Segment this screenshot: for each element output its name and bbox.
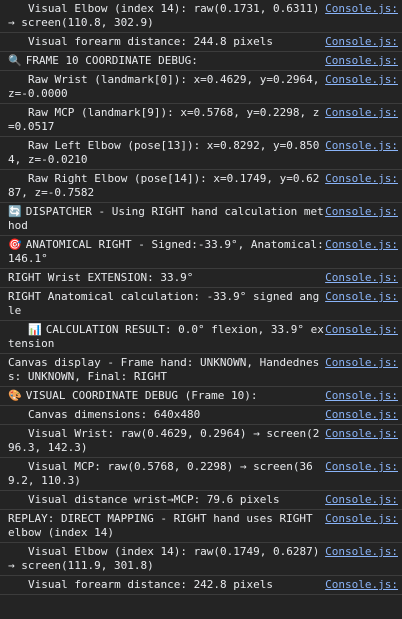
console-log-row: Raw MCP (landmark[9]): x=0.5768, y=0.229… bbox=[0, 104, 402, 137]
console-log-row: 🎯 ANATOMICAL RIGHT - Signed:-33.9°, Anato… bbox=[0, 236, 402, 269]
console-log-row: Raw Right Elbow (pose[14]): x=0.1749, y=… bbox=[0, 170, 402, 203]
source-link[interactable]: Console.js: bbox=[325, 54, 398, 68]
log-text: RIGHT Anatomical calculation: -33.9° sig… bbox=[8, 290, 320, 317]
source-link[interactable]: Console.js: bbox=[325, 323, 398, 337]
source-link[interactable]: Console.js: bbox=[325, 73, 398, 87]
log-text: FRAME 10 COORDINATE DEBUG: bbox=[25, 54, 198, 67]
log-message: 🔍 FRAME 10 COORDINATE DEBUG: bbox=[8, 54, 198, 67]
console-log-row: Raw Wrist (landmark[0]): x=0.4629, y=0.2… bbox=[0, 71, 402, 104]
console-log-list: Visual Elbow (index 14): raw(0.1731, 0.6… bbox=[0, 0, 402, 595]
source-link[interactable]: Console.js: bbox=[325, 238, 398, 252]
console-log-row: Visual Wrist: raw(0.4629, 0.2964) → scre… bbox=[0, 425, 402, 458]
source-link[interactable]: Console.js: bbox=[325, 139, 398, 153]
source-link[interactable]: Console.js: bbox=[325, 356, 398, 370]
log-message: RIGHT Anatomical calculation: -33.9° sig… bbox=[8, 290, 319, 317]
source-link[interactable]: Console.js: bbox=[325, 106, 398, 120]
console-log-row: Visual forearm distance: 244.8 pixels Con… bbox=[0, 33, 402, 52]
log-message: 📊 CALCULATION RESULT: 0.0° flexion, 33.9°… bbox=[8, 323, 324, 350]
log-text: Visual forearm distance: 244.8 pixels bbox=[28, 35, 274, 48]
palette-icon: 🎨 bbox=[8, 389, 22, 402]
log-text: RIGHT Wrist EXTENSION: 33.9° bbox=[8, 271, 194, 284]
source-link[interactable]: Console.js: bbox=[325, 512, 398, 526]
log-text: Visual Elbow (index 14): raw(0.1749, 0.6… bbox=[8, 545, 327, 572]
target-icon: 🎯 bbox=[8, 238, 22, 251]
source-link[interactable]: Console.js: bbox=[325, 427, 398, 441]
log-text: Raw Left Elbow (pose[13]): x=0.8292, y=0… bbox=[8, 139, 320, 166]
log-message: 🔄 DISPATCHER - Using RIGHT hand calculati… bbox=[8, 205, 324, 232]
cycle-arrows-icon: 🔄 bbox=[8, 205, 22, 218]
log-text: Canvas display - Frame hand: UNKNOWN, Ha… bbox=[8, 356, 320, 383]
log-message: 🎯 ANATOMICAL RIGHT - Signed:-33.9°, Anato… bbox=[8, 238, 324, 265]
log-text: Canvas dimensions: 640x480 bbox=[28, 408, 201, 421]
console-log-row: 🎨 VISUAL COORDINATE DEBUG (Frame 10): Cons… bbox=[0, 387, 402, 406]
log-message: Raw Wrist (landmark[0]): x=0.4629, y=0.2… bbox=[8, 73, 326, 100]
source-link[interactable]: Console.js: bbox=[325, 2, 398, 16]
log-message: Raw Left Elbow (pose[13]): x=0.8292, y=0… bbox=[8, 139, 319, 166]
log-message: Visual distance wrist→MCP: 79.6 pixels bbox=[8, 493, 280, 506]
source-link[interactable]: Console.js: bbox=[325, 408, 398, 422]
console-log-row: Canvas dimensions: 640x480 Console.js: bbox=[0, 406, 402, 425]
console-log-row: 🔄 DISPATCHER - Using RIGHT hand calculati… bbox=[0, 203, 402, 236]
log-message: Canvas dimensions: 640x480 bbox=[8, 408, 200, 421]
console-log-row: Visual Elbow (index 14): raw(0.1731, 0.6… bbox=[0, 0, 402, 33]
magnifier-icon: 🔍 bbox=[8, 54, 22, 67]
log-message: RIGHT Wrist EXTENSION: 33.9° bbox=[8, 271, 193, 284]
console-log-row: Canvas display - Frame hand: UNKNOWN, Ha… bbox=[0, 354, 402, 387]
log-message: Raw MCP (landmark[9]): x=0.5768, y=0.229… bbox=[8, 106, 319, 133]
log-message: Visual forearm distance: 244.8 pixels bbox=[8, 35, 273, 48]
log-message: Visual Elbow (index 14): raw(0.1749, 0.6… bbox=[8, 545, 326, 572]
log-message: Visual MCP: raw(0.5768, 0.2298) → screen… bbox=[8, 460, 313, 487]
log-text: ANATOMICAL RIGHT - Signed:-33.9°, Anatom… bbox=[8, 238, 324, 265]
log-text: REPLAY: DIRECT MAPPING - RIGHT hand uses… bbox=[8, 512, 320, 539]
source-link[interactable]: Console.js: bbox=[325, 271, 398, 285]
console-log-row: REPLAY: DIRECT MAPPING - RIGHT hand uses… bbox=[0, 510, 402, 543]
log-text: Visual Elbow (index 14): raw(0.1731, 0.6… bbox=[8, 2, 327, 29]
log-message: Visual Elbow (index 14): raw(0.1731, 0.6… bbox=[8, 2, 326, 29]
log-message: REPLAY: DIRECT MAPPING - RIGHT hand uses… bbox=[8, 512, 319, 539]
source-link[interactable]: Console.js: bbox=[325, 460, 398, 474]
source-link[interactable]: Console.js: bbox=[325, 389, 398, 403]
log-text: Raw Right Elbow (pose[14]): x=0.1749, y=… bbox=[8, 172, 320, 199]
console-log-row: Visual forearm distance: 242.8 pixels Con… bbox=[0, 576, 402, 595]
bar-chart-icon: 📊 bbox=[28, 323, 42, 336]
console-log-row: RIGHT Anatomical calculation: -33.9° sig… bbox=[0, 288, 402, 321]
source-link[interactable]: Console.js: bbox=[325, 578, 398, 592]
log-text: Visual distance wrist→MCP: 79.6 pixels bbox=[28, 493, 280, 506]
console-log-row: 🔍 FRAME 10 COORDINATE DEBUG: Console.js: bbox=[0, 52, 402, 71]
console-log-row: Visual distance wrist→MCP: 79.6 pixels Co… bbox=[0, 491, 402, 510]
source-link[interactable]: Console.js: bbox=[325, 493, 398, 507]
log-text: DISPATCHER - Using RIGHT hand calculatio… bbox=[8, 205, 324, 232]
source-link[interactable]: Console.js: bbox=[325, 172, 398, 186]
log-text: Visual Wrist: raw(0.4629, 0.2964) → scre… bbox=[8, 427, 320, 454]
console-log-row: Visual Elbow (index 14): raw(0.1749, 0.6… bbox=[0, 543, 402, 576]
log-text: Raw MCP (landmark[9]): x=0.5768, y=0.229… bbox=[8, 106, 320, 133]
console-log-row: Visual MCP: raw(0.5768, 0.2298) → screen… bbox=[0, 458, 402, 491]
log-message: Canvas display - Frame hand: UNKNOWN, Ha… bbox=[8, 356, 319, 383]
log-message: Raw Right Elbow (pose[14]): x=0.1749, y=… bbox=[8, 172, 319, 199]
log-text: Visual MCP: raw(0.5768, 0.2298) → screen… bbox=[8, 460, 313, 487]
log-text: CALCULATION RESULT: 0.0° flexion, 33.9° … bbox=[8, 323, 324, 350]
console-log-row: Raw Left Elbow (pose[13]): x=0.8292, y=0… bbox=[0, 137, 402, 170]
source-link[interactable]: Console.js: bbox=[325, 290, 398, 304]
source-link[interactable]: Console.js: bbox=[325, 545, 398, 559]
source-link[interactable]: Console.js: bbox=[325, 205, 398, 219]
console-log-row: RIGHT Wrist EXTENSION: 33.9° Console.js: bbox=[0, 269, 402, 288]
log-message: Visual Wrist: raw(0.4629, 0.2964) → scre… bbox=[8, 427, 319, 454]
log-text: Visual forearm distance: 242.8 pixels bbox=[28, 578, 274, 591]
log-message: 🎨 VISUAL COORDINATE DEBUG (Frame 10): bbox=[8, 389, 258, 402]
log-message: Visual forearm distance: 242.8 pixels bbox=[8, 578, 273, 591]
log-text: Raw Wrist (landmark[0]): x=0.4629, y=0.2… bbox=[8, 73, 327, 100]
log-text: VISUAL COORDINATE DEBUG (Frame 10): bbox=[25, 389, 258, 402]
console-log-row: 📊 CALCULATION RESULT: 0.0° flexion, 33.9°… bbox=[0, 321, 402, 354]
source-link[interactable]: Console.js: bbox=[325, 35, 398, 49]
